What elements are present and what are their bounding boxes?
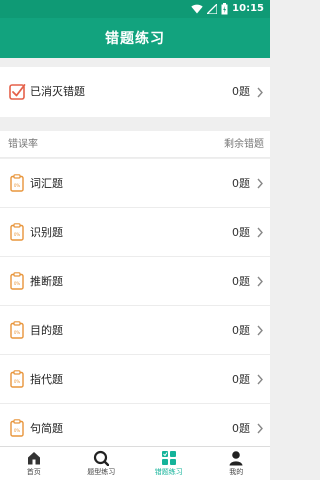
chevron-right-icon bbox=[257, 276, 263, 287]
chevron-right-icon bbox=[257, 227, 263, 238]
category-label: 指代题 bbox=[30, 373, 63, 386]
tab-label: 错题练习 bbox=[154, 468, 183, 476]
category-label: 词汇题 bbox=[30, 177, 63, 190]
person-icon bbox=[229, 451, 243, 466]
clipboard-icon: 0% bbox=[10, 370, 24, 388]
home-icon bbox=[27, 452, 40, 465]
clipboard-icon: 0% bbox=[10, 419, 24, 437]
svg-text:0%: 0% bbox=[14, 379, 21, 384]
tab-label: 题型练习 bbox=[87, 468, 116, 476]
signal-icon bbox=[207, 4, 218, 14]
tab-question-types[interactable]: 题型练习 bbox=[68, 447, 136, 480]
category-count: 0题 bbox=[232, 373, 250, 386]
svg-text:0%: 0% bbox=[14, 428, 21, 433]
status-icons: 10:15 bbox=[191, 2, 264, 16]
page-title: 错题练习 bbox=[105, 31, 165, 47]
category-row-reference[interactable]: 0% 指代题 0题 bbox=[0, 355, 270, 404]
wifi-icon bbox=[191, 4, 203, 14]
svg-text:0%: 0% bbox=[14, 183, 21, 188]
remaining-errors-label: 剩余错题 bbox=[224, 139, 264, 150]
tab-label: 首页 bbox=[26, 468, 41, 476]
battery-icon bbox=[221, 3, 228, 15]
resolved-errors-row[interactable]: 已消灭错题 0题 bbox=[0, 67, 270, 117]
resolved-count: 0题 bbox=[232, 85, 250, 98]
category-row-purpose[interactable]: 0% 目的题 0题 bbox=[0, 306, 270, 355]
chevron-right-icon bbox=[257, 423, 263, 434]
search-icon bbox=[94, 450, 110, 466]
svg-text:0%: 0% bbox=[14, 281, 21, 286]
tab-mine[interactable]: 我的 bbox=[203, 447, 271, 480]
bottom-tab-bar: 首页 题型练习 错题练习 我的 bbox=[0, 446, 270, 480]
clipboard-icon: 0% bbox=[10, 174, 24, 192]
svg-text:0%: 0% bbox=[14, 232, 21, 237]
status-bar: 10:15 bbox=[0, 0, 270, 18]
chevron-right-icon bbox=[257, 374, 263, 385]
app-header: 错题练习 bbox=[0, 18, 270, 58]
clipboard-icon: 0% bbox=[10, 223, 24, 241]
clipboard-icon: 0% bbox=[10, 321, 24, 339]
category-count: 0题 bbox=[232, 226, 250, 239]
category-count: 0题 bbox=[232, 177, 250, 190]
tab-error-practice[interactable]: 错题练习 bbox=[135, 447, 203, 480]
category-row-vocabulary[interactable]: 0% 词汇题 0题 bbox=[0, 159, 270, 208]
svg-text:0%: 0% bbox=[14, 330, 21, 335]
grid-icon bbox=[161, 451, 176, 465]
category-label: 目的题 bbox=[30, 324, 63, 337]
category-count: 0题 bbox=[232, 275, 250, 288]
resolved-label: 已消灭错题 bbox=[30, 85, 85, 98]
status-time: 10:15 bbox=[232, 3, 264, 14]
tab-label: 我的 bbox=[229, 468, 244, 476]
tab-home[interactable]: 首页 bbox=[0, 447, 68, 480]
chevron-right-icon bbox=[257, 178, 263, 189]
checkbox-icon bbox=[9, 84, 26, 100]
category-count: 0题 bbox=[232, 324, 250, 337]
category-label: 推断题 bbox=[30, 275, 63, 288]
category-row-identification[interactable]: 0% 识别题 0题 bbox=[0, 208, 270, 257]
error-rate-label: 错误率 bbox=[8, 139, 38, 150]
chevron-right-icon bbox=[257, 325, 263, 336]
list-header: 错误率 剩余错题 bbox=[0, 131, 270, 158]
category-row-inference[interactable]: 0% 推断题 0题 bbox=[0, 257, 270, 306]
chevron-right-icon bbox=[257, 87, 263, 98]
clipboard-icon: 0% bbox=[10, 272, 24, 290]
category-label: 识别题 bbox=[30, 226, 63, 239]
